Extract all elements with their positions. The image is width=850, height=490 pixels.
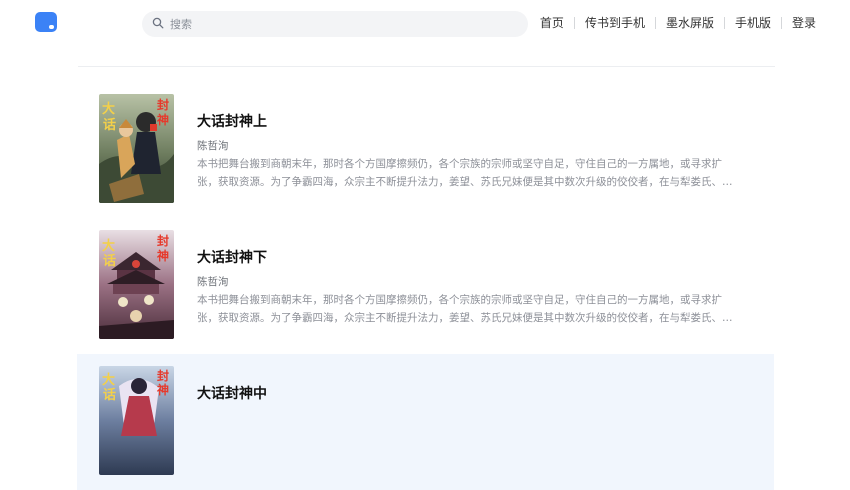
- cover-char: 封: [157, 233, 169, 248]
- book-item[interactable]: 大 话 封 神 大话封神下 陈哲洵 本书把舞台搬到商朝末年，那时各个方国摩擦频仍…: [77, 218, 774, 354]
- app-logo-icon[interactable]: [35, 12, 57, 32]
- cover-char: 神: [157, 248, 169, 263]
- nav-separator: [723, 16, 725, 29]
- nav-eink-version-link[interactable]: 墨水屏版: [666, 14, 714, 31]
- book-cover-image[interactable]: 大 话 封 神: [99, 366, 174, 475]
- cover-char: 大: [102, 101, 115, 117]
- cover-art: 大 话 封 神: [99, 366, 174, 475]
- book-title[interactable]: 大话封神上: [197, 111, 267, 131]
- top-bar: 首页 传书到手机 墨水屏版 手机版 登录: [0, 0, 850, 48]
- cover-char: 大: [102, 238, 115, 254]
- book-author[interactable]: 陈哲洵: [197, 138, 229, 153]
- nav-home-link[interactable]: 首页: [540, 14, 564, 31]
- cover-char: 大: [102, 372, 115, 388]
- header-divider: [78, 66, 775, 67]
- book-item[interactable]: 大 话 封 神 大话封神中: [77, 354, 774, 490]
- cover-char: 神: [157, 112, 169, 127]
- nav-separator: [573, 16, 575, 29]
- book-cover-image[interactable]: 大 话 封 神: [99, 94, 174, 203]
- logo-dot: [49, 25, 54, 29]
- book-description: 本书把舞台搬到商朝末年，那时各个方国摩擦频仍，各个宗族的宗师或坚守自足，守住自己…: [197, 294, 733, 324]
- cover-char: 话: [103, 253, 116, 269]
- search-icon: [152, 17, 164, 29]
- book-description: 本书把舞台搬到商朝末年，那时各个方国摩擦频仍，各个宗族的宗师或坚守自足，守住自己…: [197, 158, 733, 188]
- cover-char: 神: [157, 382, 169, 397]
- book-item[interactable]: 大 话 封 神 大话封神上 陈哲洵 本书把舞台搬到商朝末年，那时各个方国摩擦频仍…: [77, 82, 774, 218]
- nav-login-link[interactable]: 登录: [792, 14, 816, 31]
- cover-char: 话: [103, 117, 116, 133]
- book-cover-image[interactable]: 大 话 封 神: [99, 230, 174, 339]
- cover-char: 话: [103, 387, 116, 403]
- cover-char: 封: [157, 97, 169, 112]
- nav-mobile-version-link[interactable]: 手机版: [735, 14, 771, 31]
- nav-separator: [654, 16, 656, 29]
- search-box[interactable]: [142, 11, 528, 37]
- cover-art: 大 话 封 神: [99, 94, 174, 203]
- search-input[interactable]: [168, 14, 508, 34]
- cover-char: 封: [157, 368, 169, 383]
- book-title[interactable]: 大话封神下: [197, 247, 267, 267]
- nav-send-to-phone-link[interactable]: 传书到手机: [585, 14, 645, 31]
- book-description: [197, 427, 737, 463]
- cover-art: 大 话 封 神: [99, 230, 174, 339]
- top-nav: 首页 传书到手机 墨水屏版 手机版 登录: [540, 14, 816, 31]
- nav-separator: [780, 16, 782, 29]
- book-list: 大 话 封 神 大话封神上 陈哲洵 本书把舞台搬到商朝末年，那时各个方国摩擦频仍…: [77, 82, 774, 490]
- book-author[interactable]: 陈哲洵: [197, 274, 229, 289]
- book-title[interactable]: 大话封神中: [197, 383, 267, 403]
